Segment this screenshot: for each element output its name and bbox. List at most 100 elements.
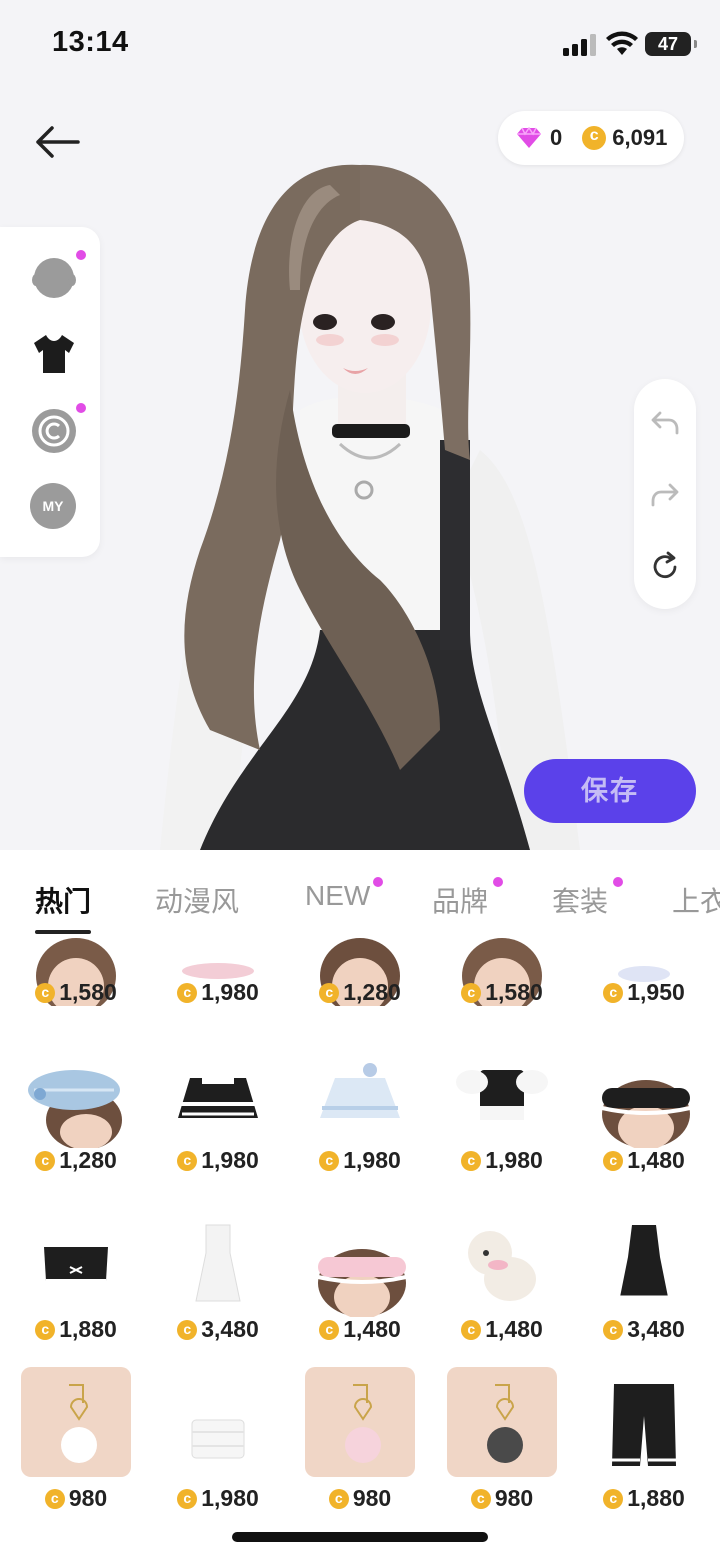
coin-icon: [461, 1151, 482, 1171]
item-price: 1,880: [6, 1316, 146, 1343]
face-icon: [32, 258, 76, 298]
avatar-figure: [160, 164, 580, 850]
item-thumbnail: [317, 1249, 407, 1317]
item-card[interactable]: 1,280: [6, 1044, 146, 1204]
item-thumbnail: [21, 1367, 131, 1477]
status-bar: 13:14 47: [0, 0, 720, 90]
coin-icon: [177, 983, 198, 1003]
item-card[interactable]: 1,980: [148, 1382, 288, 1542]
copyright-icon: [32, 409, 76, 453]
coin-icon: [328, 1489, 349, 1509]
item-card[interactable]: 1,580: [6, 936, 146, 1036]
currency-balance[interactable]: 0 6,091: [498, 111, 684, 165]
new-badge: [613, 877, 623, 887]
item-thumbnail: [28, 1070, 122, 1148]
undo-icon[interactable]: [649, 407, 681, 439]
coin-icon: [603, 1489, 624, 1509]
new-badge: [76, 403, 86, 413]
new-badge: [493, 877, 503, 887]
coin-icon: [35, 983, 56, 1003]
item-card[interactable]: 1,480: [290, 1213, 430, 1373]
category-sidebar: MY: [0, 227, 100, 557]
item-card[interactable]: 3,480: [148, 1213, 288, 1373]
item-card[interactable]: 3,480: [574, 1213, 714, 1373]
item-thumbnail: [447, 1367, 557, 1477]
item-card[interactable]: 1,980: [148, 936, 288, 1036]
coin-icon: [319, 1151, 340, 1171]
tab-outfit-set[interactable]: 套装: [552, 880, 608, 920]
item-card[interactable]: 1,980: [432, 1044, 572, 1204]
item-price: 3,480: [148, 1316, 288, 1343]
coin-icon: [603, 983, 624, 1003]
coin-icon: [319, 983, 340, 1003]
item-price: 980: [290, 1485, 430, 1512]
item-price: 1,480: [290, 1316, 430, 1343]
item-thumbnail: [456, 1070, 548, 1120]
coin-count: 6,091: [612, 125, 668, 150]
tab-tops[interactable]: 上衣: [672, 880, 720, 920]
coin-icon: [177, 1320, 198, 1340]
item-price: 980: [6, 1485, 146, 1512]
coin-icon: [35, 1320, 56, 1340]
item-card[interactable]: 980: [432, 1367, 572, 1542]
avatar-stage[interactable]: [0, 90, 720, 850]
item-price: 1,580: [6, 979, 146, 1006]
gem-count: 0: [550, 125, 563, 150]
item-price: 1,980: [148, 979, 288, 1006]
wifi-icon: [606, 31, 638, 55]
coin-icon: [461, 983, 482, 1003]
item-price: 980: [432, 1485, 572, 1512]
new-badge: [373, 877, 383, 887]
item-card[interactable]: 1,480: [574, 1044, 714, 1204]
item-price: 1,280: [290, 979, 430, 1006]
item-card[interactable]: 1,950: [574, 936, 714, 1036]
item-card[interactable]: 980: [290, 1367, 430, 1542]
item-card[interactable]: 1,980: [290, 1044, 430, 1204]
redo-icon[interactable]: [649, 479, 681, 511]
tab-new[interactable]: NEW: [305, 880, 370, 912]
my-icon: MY: [30, 483, 76, 529]
item-price: 1,980: [290, 1147, 430, 1174]
coin-icon: [44, 1489, 65, 1509]
sidebar-item-creator[interactable]: [30, 403, 86, 455]
item-thumbnail: [612, 1384, 676, 1466]
item-card[interactable]: 1,980: [148, 1044, 288, 1204]
edit-history-bar: [634, 379, 696, 609]
item-price: 1,480: [574, 1147, 714, 1174]
item-price: 1,980: [148, 1485, 288, 1512]
item-price: 1,580: [432, 979, 572, 1006]
item-card[interactable]: 1,880: [6, 1213, 146, 1373]
tab-hot[interactable]: 热门: [35, 880, 91, 920]
item-thumbnail: [191, 1419, 245, 1459]
diamond-icon: [517, 127, 541, 148]
coin-icon: [177, 1489, 198, 1509]
item-price: 1,880: [574, 1485, 714, 1512]
item-price: 3,480: [574, 1316, 714, 1343]
home-indicator[interactable]: [232, 1532, 488, 1542]
sidebar-item-my[interactable]: MY: [30, 483, 78, 531]
tab-anime[interactable]: 动漫风: [155, 880, 239, 920]
sidebar-item-clothing[interactable]: [30, 329, 78, 377]
reset-icon[interactable]: [649, 551, 681, 583]
clock: 13:14: [52, 26, 129, 58]
item-card[interactable]: 1,480: [432, 1213, 572, 1373]
tab-brand[interactable]: 品牌: [432, 880, 488, 920]
item-price: 1,480: [432, 1316, 572, 1343]
new-badge: [76, 250, 86, 260]
coin-icon: [177, 1151, 198, 1171]
cellular-signal-icon: [563, 34, 596, 56]
coin-icon: [603, 1320, 624, 1340]
coin-icon: [470, 1489, 491, 1509]
item-thumbnail: [195, 1224, 241, 1302]
item-card[interactable]: 1,280: [290, 936, 430, 1036]
item-card[interactable]: 1,580: [432, 936, 572, 1036]
item-price: 1,280: [6, 1147, 146, 1174]
back-arrow-icon[interactable]: [34, 122, 82, 162]
coin-icon: [461, 1320, 482, 1340]
item-card[interactable]: 1,880: [574, 1382, 714, 1542]
item-card[interactable]: 980: [6, 1367, 146, 1542]
sidebar-item-face[interactable]: [30, 250, 86, 302]
coin-icon: [603, 1151, 624, 1171]
item-thumbnail: [468, 1231, 536, 1301]
save-button[interactable]: 保存: [524, 759, 696, 823]
